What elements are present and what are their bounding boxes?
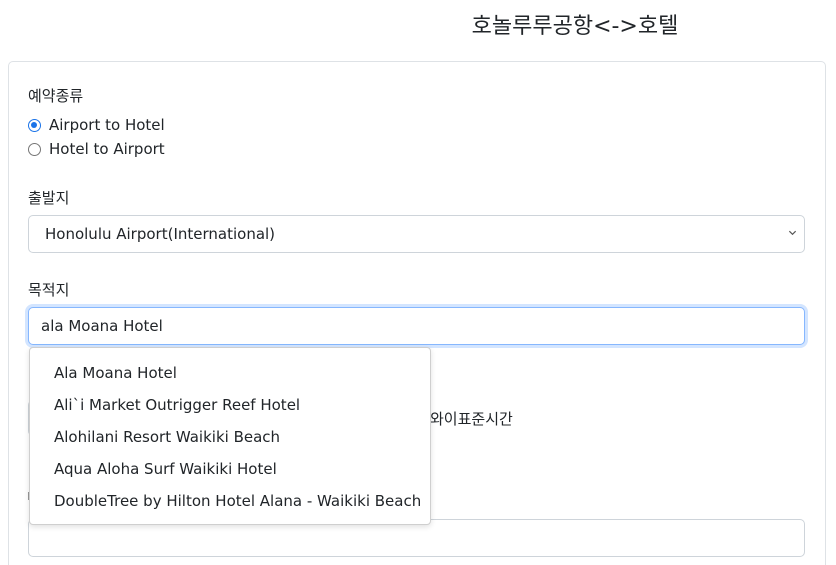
destination-input-value: ala Moana Hotel xyxy=(41,317,163,335)
radio-airport-to-hotel[interactable]: Airport to Hotel xyxy=(28,116,165,134)
origin-select[interactable]: Honolulu Airport(International) xyxy=(28,215,805,253)
autocomplete-option[interactable]: DoubleTree by Hilton Hotel Alana - Waiki… xyxy=(30,485,430,517)
radio-label: Airport to Hotel xyxy=(49,116,165,134)
destination-label: 목적지 xyxy=(28,281,70,299)
origin-label: 출발지 xyxy=(28,189,70,207)
page-title: 호놀루루공항<->호텔 xyxy=(471,14,679,39)
reservation-type-label: 예약종류 xyxy=(28,87,84,105)
origin-selected-value: Honolulu Airport(International) xyxy=(45,225,276,243)
autocomplete-option[interactable]: Aqua Aloha Surf Waikiki Hotel xyxy=(30,453,430,485)
autocomplete-dropdown: Ala Moana Hotel Ali`i Market Outrigger R… xyxy=(29,347,431,525)
radio-button-checked[interactable] xyxy=(28,118,41,132)
destination-input[interactable]: ala Moana Hotel xyxy=(28,307,805,345)
chevron-down-icon xyxy=(788,230,797,236)
page-header: 호놀루루공항<->호텔 xyxy=(400,8,730,40)
radio-button[interactable] xyxy=(28,142,41,156)
autocomplete-option[interactable]: Alohilani Resort Waikiki Beach xyxy=(30,421,430,453)
radio-hotel-to-airport[interactable]: Hotel to Airport xyxy=(28,140,165,158)
autocomplete-option[interactable]: Ali`i Market Outrigger Reef Hotel xyxy=(30,389,430,421)
autocomplete-option[interactable]: Ala Moana Hotel xyxy=(30,357,430,389)
timezone-note: 와이표준시간 xyxy=(430,410,513,428)
radio-label: Hotel to Airport xyxy=(49,140,165,158)
